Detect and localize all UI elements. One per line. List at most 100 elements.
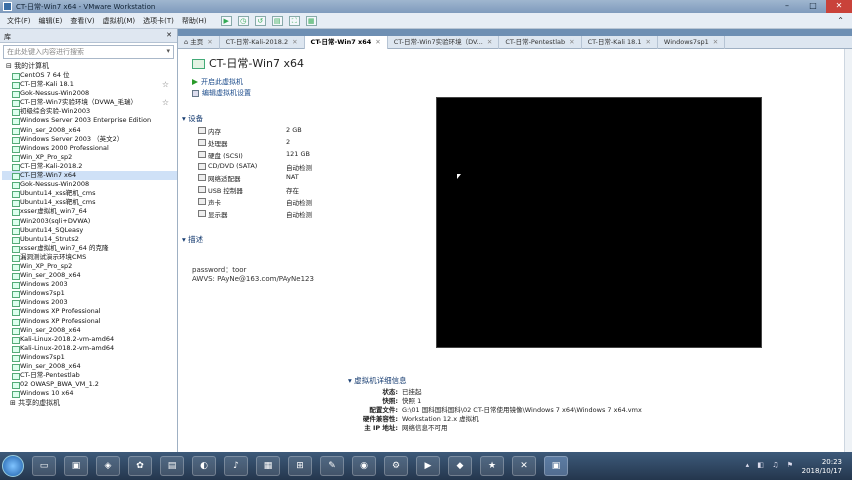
power-on-vm-link[interactable]: 开启此虚拟机: [192, 77, 243, 87]
vm-tree: ⊟ 我的计算机 CentOS 7 64 位 CT-日常-Kali 18.1 ☆ G…: [0, 61, 177, 408]
taskbar-app-icon[interactable]: ⊞: [288, 456, 312, 476]
vm-list-item[interactable]: 漏洞测试演示环境CMS: [2, 253, 177, 262]
vm-list-item-selected[interactable]: CT-日常-Win7 x64: [2, 171, 177, 181]
tab-vm[interactable]: CT-日常-Win7实验环境（DV... ✕: [388, 36, 500, 49]
vm-list-item[interactable]: 初级综合实验-Win2003: [2, 107, 177, 117]
vm-list-item[interactable]: CentOS 7 64 位: [2, 71, 177, 81]
edit-vm-settings-link[interactable]: 编辑虚拟机设置: [192, 88, 251, 98]
vm-screen-thumbnail[interactable]: [436, 97, 762, 348]
vm-list-item[interactable]: Gok-Nessus-Win2008: [2, 89, 177, 99]
vm-list-item[interactable]: Win_ser_2008_x64: [2, 362, 177, 372]
vm-list-item[interactable]: Win_ser_2008_x64: [2, 326, 177, 335]
taskbar-app-icon[interactable]: ◆: [448, 456, 472, 476]
start-button[interactable]: [2, 455, 24, 477]
vm-list-item[interactable]: Windows Server 2003 （英文2）: [2, 135, 177, 144]
tab-bar: ⌂ 主页 ✕ CT-日常-Kali-2018.2 ✕ CT-日常-Win7 x64 ✕…: [178, 36, 852, 49]
tree-root-my-computer[interactable]: ⊟ 我的计算机: [2, 61, 177, 71]
tab-home[interactable]: ⌂ 主页 ✕: [178, 36, 220, 49]
taskbar-clock[interactable]: 20:23 2018/10/17: [802, 458, 842, 476]
vm-list-item[interactable]: Windows7sp1: [2, 353, 177, 362]
fullscreen-icon[interactable]: ⛶: [288, 15, 300, 26]
clock-date: 2018/10/17: [801, 467, 842, 475]
vm-list-item[interactable]: CT-日常-Pentestlab: [2, 371, 177, 381]
vm-list-item[interactable]: Windows 10 x64: [2, 389, 177, 399]
tab-vm[interactable]: CT-日常-Pentestlab ✕: [499, 36, 582, 49]
vm-list-item[interactable]: Kali-Linux-2018.2-vm-amd64: [2, 344, 177, 353]
taskbar-app-icon[interactable]: ♪: [224, 456, 248, 476]
menu-file[interactable]: 文件(F): [3, 16, 35, 26]
taskbar-app-icon[interactable]: ✎: [320, 456, 344, 476]
revert-snapshot-icon[interactable]: ↺: [254, 15, 266, 26]
maximize-button[interactable]: □: [800, 0, 826, 13]
taskbar-app-icon[interactable]: ◐: [192, 456, 216, 476]
details-section-header[interactable]: ▾ 虚拟机详细信息: [348, 375, 407, 386]
collapse-icon[interactable]: ⌃: [837, 16, 844, 25]
taskbar-app-icon[interactable]: ▦: [256, 456, 280, 476]
taskbar-app-icon[interactable]: ◈: [96, 456, 120, 476]
vm-list-item[interactable]: 02 OWASP_BWA_VM_1.2: [2, 380, 177, 390]
tree-shared-vms[interactable]: ⊞ 共享的虚拟机: [2, 398, 177, 408]
vm-list-item[interactable]: CT-日常-Kali 18.1 ☆: [2, 80, 177, 90]
chevron-down-icon[interactable]: ▾: [166, 47, 170, 55]
vm-list-item[interactable]: Gok-Nessus-Win2008: [2, 180, 177, 190]
vm-list-item[interactable]: xsser虚拟机_win7_64: [2, 207, 177, 217]
vm-list-item[interactable]: Windows Server 2003 Enterprise Edition: [2, 116, 177, 126]
favorite-star-icon[interactable]: ☆: [162, 80, 169, 89]
taskbar-app-icon[interactable]: ◉: [352, 456, 376, 476]
vm-list-item[interactable]: Win_ser_2008_x64: [2, 271, 177, 281]
vm-list-item[interactable]: Win2003(sqli+DVWA): [2, 217, 177, 226]
menu-view[interactable]: 查看(V): [66, 16, 98, 26]
menu-tabs[interactable]: 选项卡(T): [139, 16, 178, 26]
snapshot-icon[interactable]: ◷: [237, 15, 249, 26]
vm-list-item[interactable]: CT-日常-Kali-2018.2: [2, 162, 177, 172]
vm-list-item[interactable]: Ubuntu14_xss靶机_cms: [2, 189, 177, 199]
disk-icon: [198, 151, 206, 158]
window-controls: – □ ✕: [774, 0, 852, 13]
vm-list-item[interactable]: Windows XP Professional: [2, 307, 177, 317]
vertical-scrollbar[interactable]: [844, 49, 852, 452]
menu-help[interactable]: 帮助(H): [178, 16, 211, 26]
tab-vm[interactable]: CT-日常-Kali 18.1 ✕: [582, 36, 658, 49]
taskbar-vmware-icon[interactable]: ▣: [544, 456, 568, 476]
vm-list-item[interactable]: Ubuntu14_Struts2: [2, 235, 177, 244]
menu-vm[interactable]: 虚拟机(M): [99, 16, 140, 26]
vm-list-item[interactable]: Windows XP Professional: [2, 317, 177, 326]
favorite-star-icon[interactable]: ☆: [162, 98, 169, 107]
devices-section-header[interactable]: ▾ 设备: [182, 113, 203, 124]
vm-list-item[interactable]: Win_XP_Pro_sp2: [2, 262, 177, 272]
vm-list-item[interactable]: xsser虚拟机_win7_64 的克隆: [2, 244, 177, 253]
minimize-button[interactable]: –: [774, 0, 800, 13]
taskbar-app-icon[interactable]: ▶: [416, 456, 440, 476]
vm-list-item[interactable]: Win_XP_Pro_sp2: [2, 153, 177, 162]
vm-list-item[interactable]: Windows 2000 Professional: [2, 144, 177, 153]
tree-root-label: 我的计算机: [14, 62, 50, 70]
taskbar-app-icon[interactable]: ▣: [64, 456, 88, 476]
system-tray-icons[interactable]: ▴ ◧ ♫ ⚑: [746, 461, 796, 469]
vm-list-item[interactable]: Ubuntu14_SQLeasy: [2, 226, 177, 235]
taskbar-explorer-icon[interactable]: ▭: [32, 456, 56, 476]
description-section-header[interactable]: ▾ 描述: [182, 234, 203, 245]
tab-vm[interactable]: CT-日常-Kali-2018.2 ✕: [220, 36, 305, 49]
taskbar-app-icon[interactable]: ✕: [512, 456, 536, 476]
unity-icon[interactable]: ▦: [305, 15, 317, 26]
vm-list-item[interactable]: Windows 2003: [2, 298, 177, 308]
close-tab-icon: ✕: [569, 38, 575, 46]
vm-list-item[interactable]: Kali-Linux-2018.2-vm-amd64: [2, 335, 177, 344]
snapshot-manager-icon[interactable]: ▤: [271, 15, 283, 26]
close-button[interactable]: ✕: [826, 0, 852, 13]
taskbar-app-icon[interactable]: ⚙: [384, 456, 408, 476]
tab-vm-active[interactable]: CT-日常-Win7 x64 ✕: [304, 36, 388, 49]
vm-list-item[interactable]: Windows 2003: [2, 280, 177, 290]
close-library-icon[interactable]: ✕: [166, 31, 172, 39]
library-search-input[interactable]: 在此处键入内容进行搜索 ▾: [3, 45, 174, 59]
tab-vm[interactable]: Windows7sp1 ✕: [658, 36, 726, 49]
taskbar-app-icon[interactable]: ★: [480, 456, 504, 476]
taskbar-app-icon[interactable]: ✿: [128, 456, 152, 476]
power-on-icon[interactable]: ▶: [220, 15, 232, 26]
menu-edit[interactable]: 编辑(E): [35, 16, 67, 26]
vm-list-item[interactable]: CT-日常-Win7实验环境（DVWA_毛瑞） ☆: [2, 98, 177, 108]
taskbar-app-icon[interactable]: ▤: [160, 456, 184, 476]
vm-list-item[interactable]: Win_ser_2008_x64: [2, 126, 177, 135]
vm-list-item[interactable]: Windows7sp1: [2, 289, 177, 299]
menu-bar: 文件(F) 编辑(E) 查看(V) 虚拟机(M) 选项卡(T) 帮助(H) ▶ …: [0, 13, 852, 29]
